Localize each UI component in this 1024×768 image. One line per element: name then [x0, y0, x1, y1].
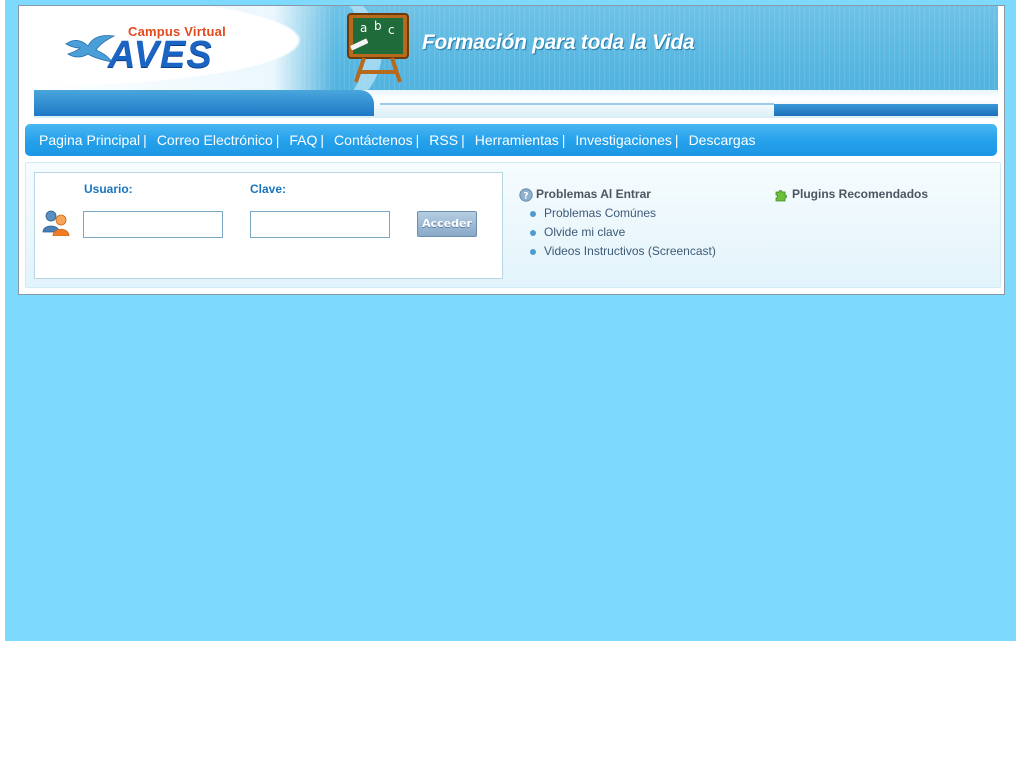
nav-separator: |: [561, 132, 566, 148]
banner-bottom-blue-right: [774, 104, 998, 116]
tagline: Formación para toda la Vida: [422, 31, 695, 54]
bullet-icon: [530, 249, 536, 255]
help-links: Problemas Comúnes Olvide mi clave Videos…: [530, 204, 716, 261]
password-input[interactable]: [250, 211, 390, 238]
nav-link-faq[interactable]: FAQ: [289, 132, 317, 148]
nav-separator: |: [275, 132, 280, 148]
help-link-item[interactable]: Videos Instructivos (Screencast): [530, 242, 716, 261]
banner-bottom-blue-left: [34, 90, 374, 116]
nav-link-rss[interactable]: RSS: [429, 132, 458, 148]
logo-title: AVES: [108, 34, 213, 76]
help-link-olvide-clave[interactable]: Olvide mi clave: [544, 225, 625, 239]
nav-separator: |: [320, 132, 325, 148]
nav-item-investigaciones: Investigaciones |: [575, 132, 688, 148]
nav-list: Pagina Principal | Correo Electrónico | FA…: [25, 124, 997, 156]
nav-item-descargas: Descargas: [689, 132, 756, 148]
chalkboard-icon: a b c: [347, 13, 409, 83]
bullet-icon: [530, 230, 536, 236]
svg-text:a: a: [360, 21, 367, 35]
nav-separator: |: [461, 132, 465, 148]
username-input[interactable]: [83, 211, 223, 238]
nav-link-pagina-principal[interactable]: Pagina Principal: [39, 132, 140, 148]
content-panel: Usuario: Clave: Acceder ? Problemas Al E…: [25, 162, 1001, 288]
svg-text:c: c: [388, 23, 395, 37]
banner-underline: [380, 103, 774, 105]
nav-link-descargas[interactable]: Descargas: [689, 132, 756, 148]
help-title: Problemas Al Entrar: [536, 187, 651, 201]
nav-item-herramientas: Herramientas |: [475, 132, 576, 148]
nav-separator: |: [415, 132, 420, 148]
username-label: Usuario:: [84, 182, 133, 196]
help-link-problemas[interactable]: Problemas Comúnes: [544, 206, 656, 220]
help-icon: ?: [519, 188, 533, 202]
main-frame: Campus Virtual AVES a b c Formación para…: [18, 5, 1005, 295]
nav-item-rss: RSS |: [429, 132, 474, 148]
users-icon: [42, 210, 70, 236]
help-link-item[interactable]: Olvide mi clave: [530, 223, 716, 242]
help-link-videos[interactable]: Videos Instructivos (Screencast): [544, 244, 716, 258]
nav-link-correo[interactable]: Correo Electrónico: [157, 132, 273, 148]
nav-link-herramientas[interactable]: Herramientas: [475, 132, 559, 148]
password-label: Clave:: [250, 182, 287, 196]
nav-separator: |: [674, 132, 679, 148]
header-banner: Campus Virtual AVES a b c Formación para…: [34, 6, 998, 118]
nav-item-pagina-principal: Pagina Principal |: [39, 132, 157, 148]
nav-item-contactenos: Contáctenos |: [334, 132, 429, 148]
nav-link-investigaciones[interactable]: Investigaciones: [575, 132, 672, 148]
puzzle-icon: [775, 190, 787, 202]
plugins-title: Plugins Recomendados: [792, 187, 929, 201]
help-link-item[interactable]: Problemas Comúnes: [530, 204, 716, 223]
main-navigation: Pagina Principal | Correo Electrónico | FA…: [25, 124, 997, 156]
nav-separator: |: [143, 132, 147, 148]
svg-text:b: b: [374, 19, 382, 33]
nav-item-correo: Correo Electrónico |: [157, 132, 290, 148]
svg-text:?: ?: [523, 192, 528, 202]
bullet-icon: [530, 211, 536, 217]
nav-link-contactenos[interactable]: Contáctenos: [334, 132, 413, 148]
nav-item-faq: FAQ |: [289, 132, 334, 148]
login-button[interactable]: Acceder: [417, 211, 477, 237]
login-form: Usuario: Clave: Acceder: [34, 172, 503, 279]
